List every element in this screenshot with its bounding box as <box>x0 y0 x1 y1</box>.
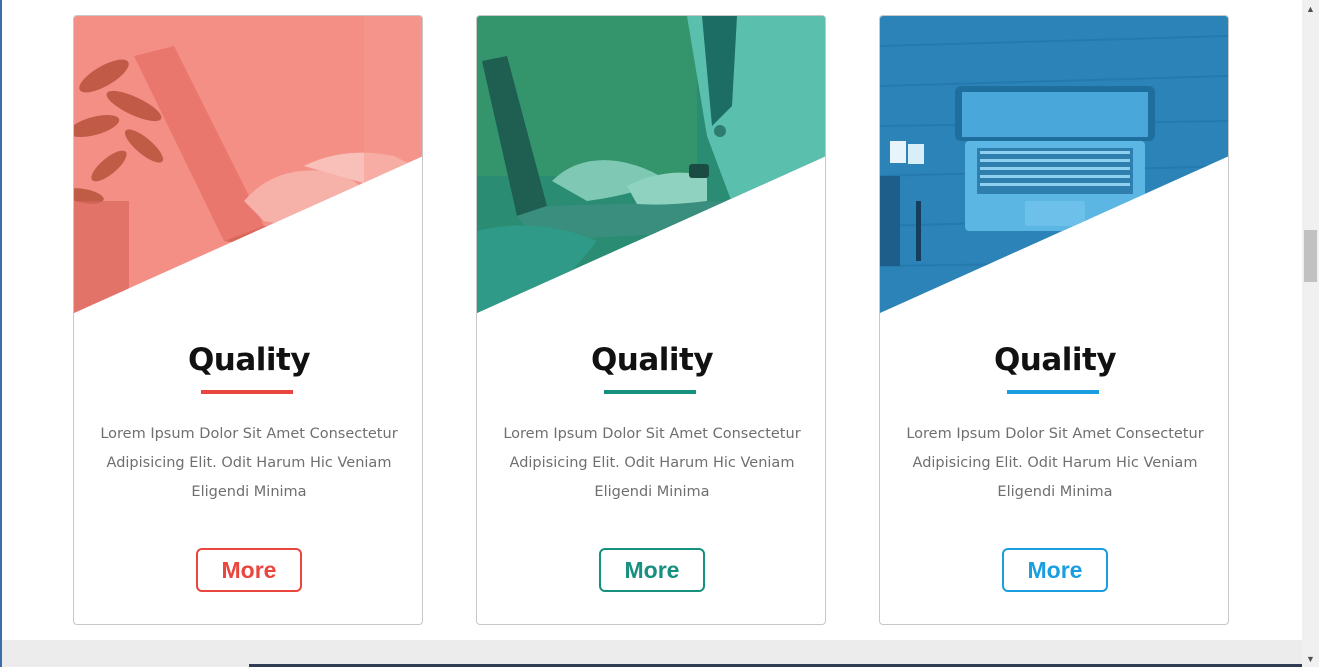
more-button[interactable]: More <box>1002 548 1108 592</box>
card-title: Quality <box>590 342 714 378</box>
feature-card-2: Quality Lorem Ipsum Dolor Sit Amet Conse… <box>476 15 826 625</box>
card-title: Quality <box>993 342 1117 378</box>
title-underline <box>1007 390 1099 394</box>
card-description: Lorem Ipsum Dolor Sit Amet Consectetur A… <box>100 426 398 500</box>
title-underline <box>201 390 293 394</box>
more-button[interactable]: More <box>196 548 302 592</box>
scroll-up-arrow-icon[interactable]: ▲ <box>1302 0 1319 17</box>
card-image-2 <box>477 16 825 313</box>
card-description: Lorem Ipsum Dolor Sit Amet Consectetur A… <box>503 426 801 500</box>
card-image-3 <box>880 16 1228 313</box>
card-description: Lorem Ipsum Dolor Sit Amet Consectetur A… <box>906 426 1204 500</box>
feature-card-1: Quality Lorem Ipsum Dolor Sit Amet Conse… <box>73 15 423 625</box>
more-button[interactable]: More <box>599 548 705 592</box>
footer-band <box>2 640 1302 667</box>
scroll-down-arrow-icon[interactable]: ▼ <box>1302 650 1319 667</box>
page-viewport: Quality Lorem Ipsum Dolor Sit Amet Conse… <box>0 0 1302 667</box>
vertical-scrollbar[interactable]: ▲ ▼ <box>1302 0 1319 667</box>
card-image-1 <box>74 16 422 313</box>
title-underline <box>604 390 696 394</box>
card-title: Quality <box>187 342 311 378</box>
feature-card-3: Quality Lorem Ipsum Dolor Sit Amet Conse… <box>879 15 1229 625</box>
scrollbar-thumb[interactable] <box>1304 230 1317 282</box>
